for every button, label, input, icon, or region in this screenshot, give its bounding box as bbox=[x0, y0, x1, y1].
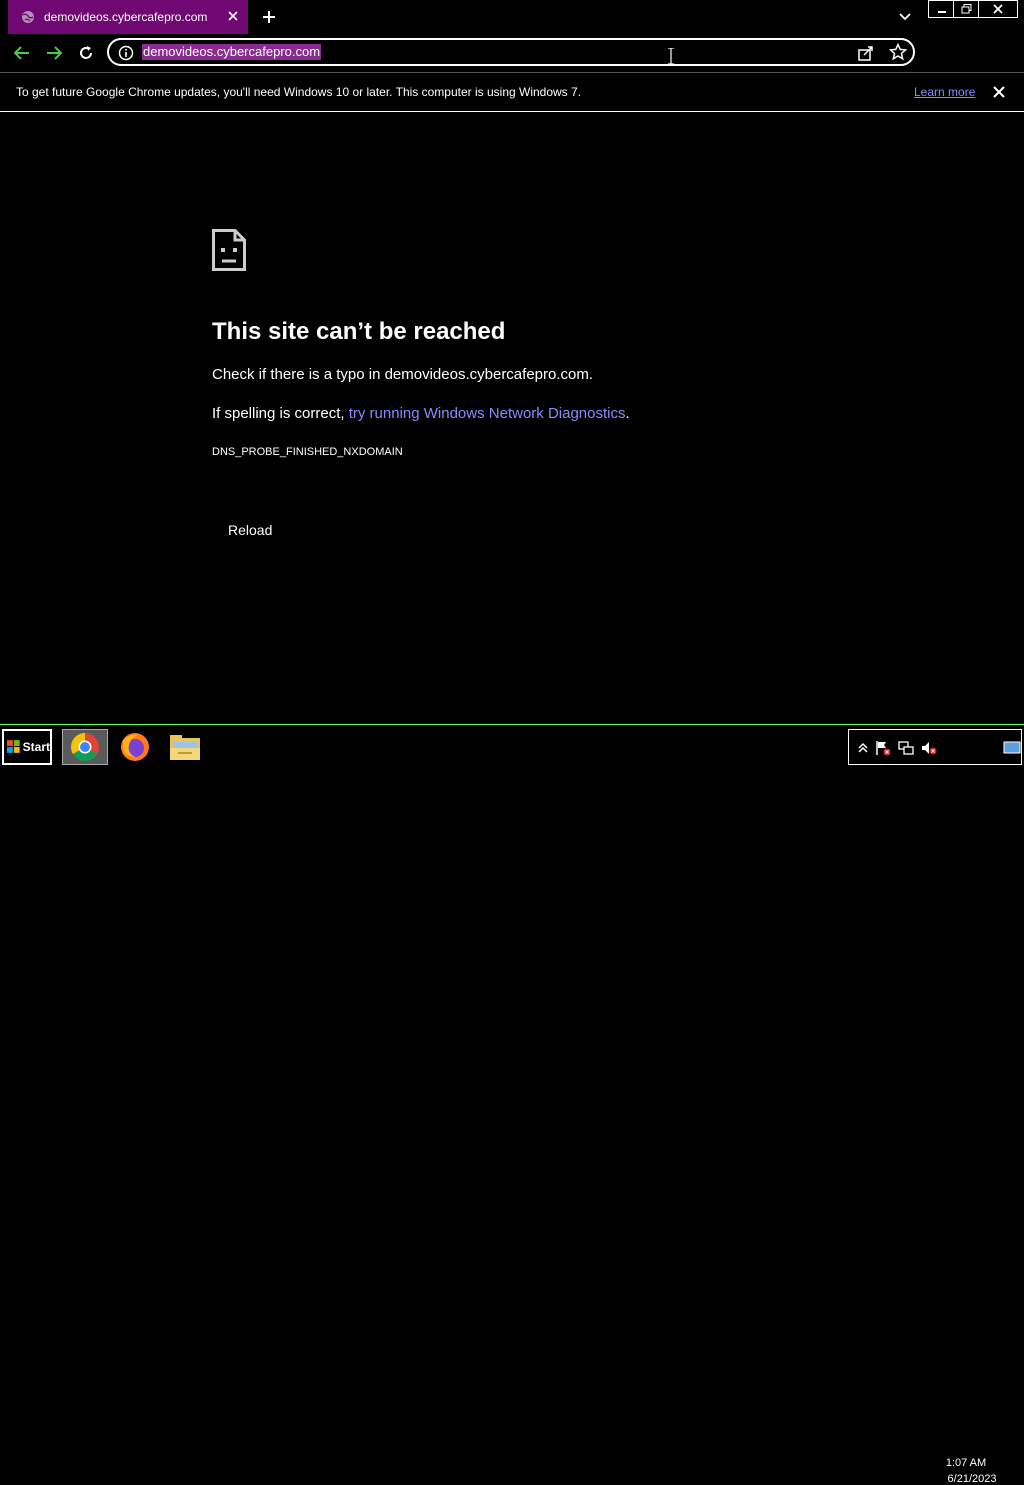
taskbar-chrome[interactable] bbox=[62, 729, 108, 765]
globe-icon bbox=[22, 11, 34, 23]
url-text[interactable]: demovideos.cybercafepro.com bbox=[142, 44, 322, 60]
show-hidden-icons-chevron-icon[interactable] bbox=[855, 740, 871, 756]
bookmark-star-icon[interactable] bbox=[889, 43, 907, 61]
forward-arrow-icon[interactable] bbox=[42, 41, 66, 65]
address-bar[interactable]: demovideos.cybercafepro.com bbox=[107, 38, 915, 66]
learn-more-link[interactable]: Learn more bbox=[914, 85, 975, 99]
taskbar-file-explorer[interactable] bbox=[162, 729, 208, 765]
new-tab-plus-icon[interactable] bbox=[259, 7, 279, 27]
volume-muted-icon[interactable] bbox=[921, 740, 937, 756]
window-minimize-icon[interactable] bbox=[928, 0, 954, 18]
tab-close-icon[interactable] bbox=[224, 7, 242, 25]
infobar-close-icon[interactable] bbox=[992, 85, 1006, 99]
error-heading: This site can’t be reached bbox=[212, 318, 506, 345]
sad-page-icon bbox=[212, 229, 246, 271]
tab-title: demovideos.cybercafepro.com bbox=[44, 10, 208, 24]
system-tray bbox=[848, 729, 1022, 765]
chrome-icon bbox=[71, 733, 99, 761]
tab-strip: demovideos.cybercafepro.com bbox=[0, 0, 1024, 34]
site-info-icon[interactable] bbox=[118, 45, 134, 61]
diagnostics-suffix: . bbox=[625, 405, 630, 422]
network-icon[interactable] bbox=[898, 740, 914, 756]
window-restore-icon[interactable] bbox=[953, 0, 979, 18]
network-diagnostics-link[interactable]: try running Windows Network Diagnostics bbox=[349, 405, 626, 422]
clock-time[interactable]: 1:07 AM bbox=[938, 1457, 994, 1469]
reload-icon[interactable] bbox=[74, 41, 98, 65]
firefox-icon bbox=[121, 733, 149, 761]
clock-date[interactable]: 6/21/2023 bbox=[938, 1473, 1006, 1485]
diagnostics-hint: If spelling is correct, try running Wind… bbox=[212, 405, 630, 422]
windows-logo-icon bbox=[7, 740, 20, 753]
start-button[interactable]: Start bbox=[2, 729, 52, 765]
error-code: DNS_PROBE_FINISHED_NXDOMAIN bbox=[212, 446, 403, 458]
show-desktop-icon[interactable] bbox=[1003, 740, 1021, 756]
infobar-message: To get future Google Chrome updates, you… bbox=[16, 85, 582, 99]
back-arrow-icon[interactable] bbox=[10, 41, 34, 65]
diagnostics-prefix: If spelling is correct, bbox=[212, 405, 349, 422]
share-icon[interactable] bbox=[857, 44, 875, 62]
window-close-icon[interactable] bbox=[978, 0, 1018, 18]
text-cursor-icon bbox=[668, 48, 674, 64]
file-explorer-icon bbox=[170, 735, 200, 760]
browser-tab-active[interactable]: demovideos.cybercafepro.com bbox=[8, 0, 248, 34]
taskbar: Start 1:07 AM 6/21/2023 bbox=[0, 724, 1024, 1485]
typo-hint: Check if there is a typo in demovideos.c… bbox=[212, 366, 594, 383]
browser-toolbar: demovideos.cybercafepro.com bbox=[0, 34, 1024, 98]
action-center-flag-icon[interactable] bbox=[875, 740, 891, 756]
update-infobar: To get future Google Chrome updates, you… bbox=[0, 72, 1024, 112]
reload-button[interactable]: Reload bbox=[218, 516, 283, 544]
tab-search-chevron-icon[interactable] bbox=[896, 8, 914, 26]
start-label: Start bbox=[22, 740, 50, 754]
taskbar-firefox[interactable] bbox=[112, 729, 158, 765]
